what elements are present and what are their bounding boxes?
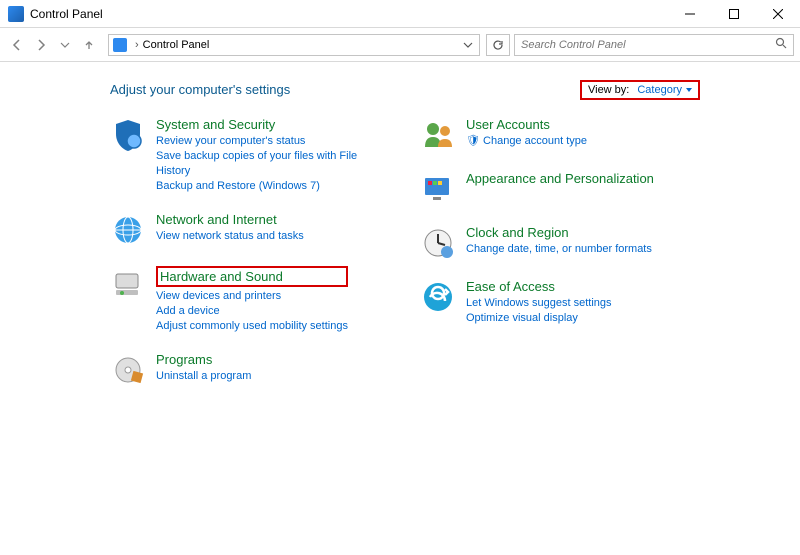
category-title-user-accounts[interactable]: User Accounts	[466, 117, 587, 132]
ease-access-icon	[420, 279, 456, 315]
breadcrumb-control-panel[interactable]: Control Panel	[143, 39, 210, 51]
programs-icon	[110, 352, 146, 388]
category-title-programs[interactable]: Programs	[156, 352, 251, 367]
category-link[interactable]: Add a device	[156, 304, 348, 319]
search-box[interactable]	[514, 34, 794, 56]
chevron-right-icon: ›	[135, 39, 139, 51]
category-link[interactable]: Review your computer's status	[156, 134, 390, 149]
view-by-selector[interactable]: View by: Category	[580, 80, 700, 100]
address-dropdown-button[interactable]	[457, 34, 479, 56]
chevron-down-icon	[686, 88, 692, 92]
category-link[interactable]: Change date, time, or number formats	[466, 242, 652, 257]
back-button[interactable]	[6, 34, 28, 56]
category-left-column: System and Security Review your computer'…	[110, 117, 390, 406]
search-input[interactable]	[521, 39, 775, 51]
category-clock-region: Clock and Region Change date, time, or nu…	[420, 225, 700, 261]
system-security-icon	[110, 117, 146, 153]
category-title-clock-region[interactable]: Clock and Region	[466, 225, 652, 240]
category-right-column: User Accounts 🛡 Change account type Appear…	[420, 117, 700, 406]
network-internet-icon	[110, 212, 146, 248]
refresh-button[interactable]	[486, 34, 510, 56]
content-area: Adjust your computer's settings View by:…	[0, 62, 800, 406]
category-network-internet: Network and Internet View network status …	[110, 212, 390, 248]
app-icon	[8, 6, 24, 22]
user-accounts-icon	[420, 117, 456, 153]
category-title-hardware-sound[interactable]: Hardware and Sound	[156, 266, 348, 287]
category-link[interactable]: View network status and tasks	[156, 229, 304, 244]
category-appearance: Appearance and Personalization	[420, 171, 700, 207]
category-link[interactable]: Backup and Restore (Windows 7)	[156, 179, 390, 194]
clock-region-icon	[420, 225, 456, 261]
category-hardware-sound: Hardware and Sound View devices and print…	[110, 266, 390, 334]
forward-button[interactable]	[30, 34, 52, 56]
hardware-sound-icon	[110, 266, 146, 302]
search-icon[interactable]	[775, 37, 787, 52]
category-system-security: System and Security Review your computer'…	[110, 117, 390, 194]
recent-button[interactable]	[54, 34, 76, 56]
control-panel-icon	[113, 38, 127, 52]
category-user-accounts: User Accounts 🛡 Change account type	[420, 117, 700, 153]
category-ease-access: Ease of Access Let Windows suggest settin…	[420, 279, 700, 326]
address-bar[interactable]: › Control Panel	[108, 34, 480, 56]
category-title-network-internet[interactable]: Network and Internet	[156, 212, 304, 227]
category-title-system-security[interactable]: System and Security	[156, 117, 390, 132]
category-link[interactable]: Optimize visual display	[466, 311, 612, 326]
category-link[interactable]: Save backup copies of your files with Fi…	[156, 149, 390, 179]
category-link[interactable]: Let Windows suggest settings	[466, 296, 612, 311]
category-link[interactable]: Adjust commonly used mobility settings	[156, 319, 348, 334]
window-title: Control Panel	[30, 7, 103, 21]
appearance-icon	[420, 171, 456, 207]
category-link[interactable]: View devices and printers	[156, 289, 348, 304]
view-by-value[interactable]: Category	[637, 84, 692, 96]
category-link[interactable]: 🛡 Change account type	[466, 134, 587, 149]
title-bar: Control Panel	[0, 0, 800, 28]
close-button[interactable]	[756, 0, 800, 28]
category-title-ease-access[interactable]: Ease of Access	[466, 279, 612, 294]
category-programs: Programs Uninstall a program	[110, 352, 390, 388]
category-title-appearance[interactable]: Appearance and Personalization	[466, 171, 654, 186]
view-by-label: View by:	[588, 84, 629, 96]
maximize-button[interactable]	[712, 0, 756, 28]
toolbar: › Control Panel	[0, 28, 800, 62]
minimize-button[interactable]	[668, 0, 712, 28]
category-link[interactable]: Uninstall a program	[156, 369, 251, 384]
up-button[interactable]	[78, 34, 100, 56]
